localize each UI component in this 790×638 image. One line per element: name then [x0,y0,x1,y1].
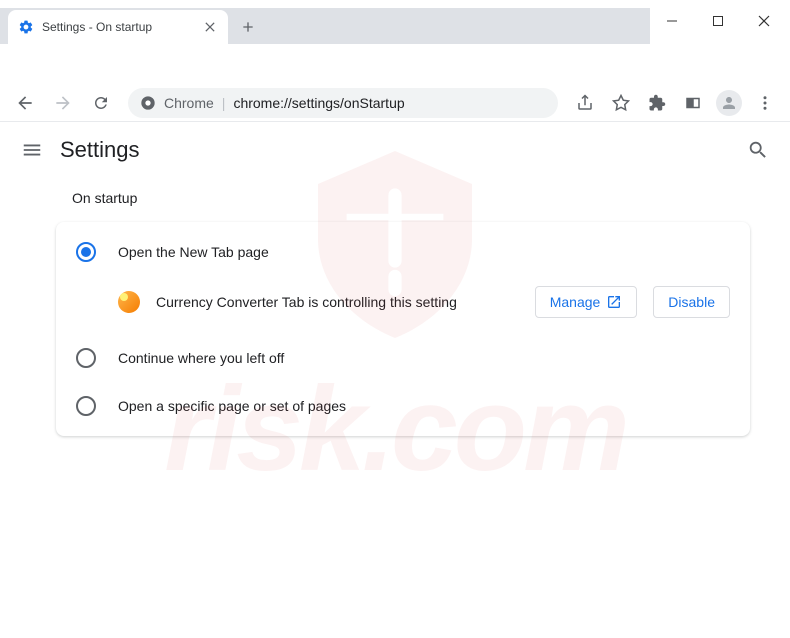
radio-open-new-tab[interactable]: Open the New Tab page [56,228,750,276]
maximize-button[interactable] [695,6,741,36]
back-button[interactable] [8,88,42,118]
chrome-icon [140,95,156,111]
radio-button[interactable] [76,396,96,416]
share-icon[interactable] [568,88,602,118]
radio-label: Open the New Tab page [118,244,269,260]
radio-specific-pages[interactable]: Open a specific page or set of pages [56,382,750,430]
manage-button[interactable]: Manage [535,286,638,318]
bookmark-star-icon[interactable] [604,88,638,118]
radio-button[interactable] [76,242,96,262]
browser-tab[interactable]: Settings - On startup [8,10,228,44]
manage-button-label: Manage [550,294,601,310]
omnibox-separator: | [222,95,226,111]
toolbar-actions [568,88,782,118]
extension-app-icon [118,291,140,313]
kebab-menu-icon[interactable] [748,88,782,118]
settings-header: Settings [0,122,790,178]
disable-button[interactable]: Disable [653,286,730,318]
open-in-new-icon [606,294,622,310]
extension-notice-text: Currency Converter Tab is controlling th… [156,294,519,310]
radio-continue-where-left-off[interactable]: Continue where you left off [56,334,750,382]
forward-button[interactable] [46,88,80,118]
profile-avatar[interactable] [712,88,746,118]
radio-label: Open a specific page or set of pages [118,398,346,414]
disable-button-label: Disable [668,294,715,310]
tab-strip: Settings - On startup [0,8,650,44]
reload-button[interactable] [84,88,118,118]
settings-content: On startup Open the New Tab page Currenc… [0,178,790,436]
extension-notice-row: Currency Converter Tab is controlling th… [56,276,750,334]
minimize-button[interactable] [649,6,695,36]
new-tab-button[interactable] [234,13,262,41]
tab-close-button[interactable] [202,19,218,35]
side-panel-icon[interactable] [676,88,710,118]
browser-toolbar: Chrome | chrome://settings/onStartup [0,84,790,122]
settings-gear-icon [18,19,34,35]
tab-title: Settings - On startup [42,20,196,34]
close-window-button[interactable] [741,6,787,36]
section-title: On startup [72,190,750,206]
extensions-puzzle-icon[interactable] [640,88,674,118]
radio-button[interactable] [76,348,96,368]
search-icon[interactable] [746,138,770,162]
startup-options-card: Open the New Tab page Currency Converter… [56,222,750,436]
address-bar[interactable]: Chrome | chrome://settings/onStartup [128,88,558,118]
radio-label: Continue where you left off [118,350,284,366]
omnibox-origin: Chrome [164,95,214,111]
omnibox-url: chrome://settings/onStartup [233,95,404,111]
page-title: Settings [60,137,746,163]
hamburger-menu-icon[interactable] [20,138,44,162]
